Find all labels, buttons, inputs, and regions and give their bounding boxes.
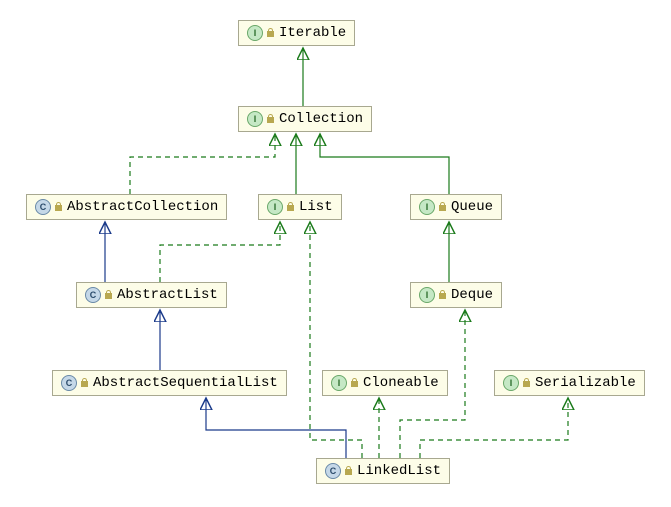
node-label: Collection [279,111,363,127]
node-label: AbstractCollection [67,199,218,215]
lock-icon [439,290,447,300]
node-label: AbstractSequentialList [93,375,278,391]
class-icon: C [85,287,101,303]
node-label: Cloneable [363,375,439,391]
node-label: Queue [451,199,493,215]
node-label: List [299,199,333,215]
node-collection: I Collection [238,106,372,132]
lock-icon [55,202,63,212]
lock-icon [523,378,531,388]
node-label: Deque [451,287,493,303]
lock-icon [439,202,447,212]
interface-icon: I [247,25,263,41]
class-icon: C [61,375,77,391]
connector-layer [0,0,671,507]
node-label: AbstractList [117,287,218,303]
node-abstract-collection: C AbstractCollection [26,194,227,220]
lock-icon [287,202,295,212]
interface-icon: I [331,375,347,391]
node-label: Iterable [279,25,346,41]
node-label: Serializable [535,375,636,391]
lock-icon [267,28,275,38]
lock-icon [351,378,359,388]
node-serializable: I Serializable [494,370,645,396]
node-cloneable: I Cloneable [322,370,448,396]
lock-icon [345,466,353,476]
interface-icon: I [419,287,435,303]
node-abstract-sequential-list: C AbstractSequentialList [52,370,287,396]
interface-icon: I [247,111,263,127]
node-label: LinkedList [357,463,441,479]
interface-icon: I [503,375,519,391]
node-list: I List [258,194,342,220]
interface-icon: I [419,199,435,215]
node-abstract-list: C AbstractList [76,282,227,308]
class-icon: C [325,463,341,479]
lock-icon [105,290,113,300]
class-icon: C [35,199,51,215]
node-iterable: I Iterable [238,20,355,46]
node-linked-list: C LinkedList [316,458,450,484]
node-deque: I Deque [410,282,502,308]
interface-icon: I [267,199,283,215]
lock-icon [267,114,275,124]
lock-icon [81,378,89,388]
node-queue: I Queue [410,194,502,220]
